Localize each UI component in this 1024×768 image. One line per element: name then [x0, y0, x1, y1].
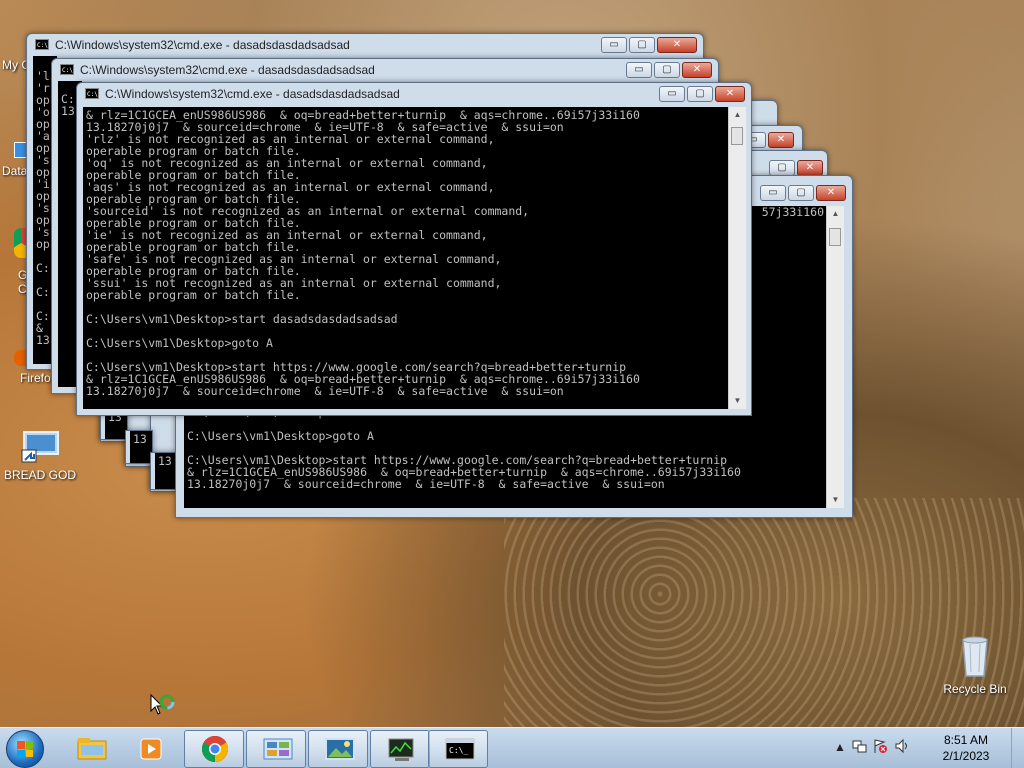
show-desktop-button[interactable] [1011, 728, 1024, 768]
cmd-icon: C:\ [60, 64, 74, 75]
scroll-thumb[interactable] [731, 127, 743, 145]
console-partial-line: 57j33i160 [761, 206, 824, 219]
minimize-button[interactable]: ▭ [626, 62, 652, 78]
maximize-button[interactable]: ▢ [788, 185, 814, 201]
cmd-icon: C:\ [35, 39, 49, 50]
cmd-icon: C:\ [85, 88, 99, 99]
system-tray: ▲ 8:51 AM 2/1/2023 [826, 728, 1006, 768]
shortcut-monitor-icon [18, 430, 62, 464]
taskbar-media-player[interactable] [122, 730, 182, 768]
close-button[interactable]: ✕ [715, 86, 745, 102]
scroll-down-arrow-icon[interactable]: ▼ [729, 393, 746, 409]
close-button[interactable]: ✕ [682, 62, 712, 78]
close-button[interactable]: ✕ [768, 132, 794, 148]
minimize-button[interactable]: ▭ [760, 185, 786, 201]
desktop-label-firefox[interactable]: Firefo [20, 371, 51, 385]
window-titlebar[interactable]: C:\ C:\Windows\system32\cmd.exe - dasads… [52, 59, 718, 81]
window-title: C:\Windows\system32\cmd.exe - dasadsdasd… [105, 87, 400, 101]
console-fragment: 13 [130, 431, 152, 463]
taskbar-chrome[interactable] [184, 730, 244, 768]
maximize-button[interactable]: ▢ [687, 86, 713, 102]
taskbar-photo-viewer[interactable] [308, 730, 368, 768]
chrome-icon [201, 735, 229, 763]
busy-cursor-icon [150, 693, 176, 725]
network-icon[interactable] [852, 738, 868, 757]
taskbar-explorer[interactable] [60, 730, 120, 768]
console-fragment: 13 [155, 453, 177, 489]
stack-window-edge: 13 [150, 452, 178, 490]
windows-logo-icon [17, 741, 33, 757]
taskbar-clock[interactable]: 8:51 AM 2/1/2023 [926, 732, 1006, 764]
scroll-down-arrow-icon[interactable]: ▼ [827, 492, 844, 508]
taskbar-control-panel[interactable] [246, 730, 306, 768]
folder-icon [77, 737, 107, 761]
control-panel-icon [263, 737, 293, 761]
minimize-button[interactable]: ▭ [601, 37, 627, 53]
recycle-bin-icon [953, 632, 997, 678]
cmd-icon: C:\_ [445, 737, 475, 761]
stack-window-edge: 13 [125, 430, 153, 464]
scroll-thumb[interactable] [829, 228, 841, 246]
media-player-icon [139, 737, 165, 761]
window-title: C:\Windows\system32\cmd.exe - dasadsdasd… [55, 38, 350, 52]
scroll-up-arrow-icon[interactable]: ▲ [729, 107, 746, 123]
minimize-button[interactable]: ▭ [659, 86, 685, 102]
volume-icon[interactable] [894, 738, 910, 757]
taskbar-task-manager[interactable] [370, 730, 430, 768]
window-title: C:\Windows\system32\cmd.exe - dasadsdasd… [80, 63, 375, 77]
scroll-up-arrow-icon[interactable]: ▲ [827, 206, 844, 222]
photo-viewer-icon [325, 737, 355, 761]
clock-time: 8:51 AM [943, 733, 989, 747]
desktop-icon-bread-god[interactable]: BREAD GOD [0, 430, 80, 482]
taskbar: C:\_ ▲ 8:51 AM 2/1/2023 [0, 727, 1024, 768]
start-button[interactable] [6, 730, 44, 768]
desktop-icon-label: Recycle Bin [943, 682, 1007, 696]
taskbar-cmd[interactable]: C:\_ [428, 730, 488, 768]
close-button[interactable]: ✕ [797, 160, 823, 176]
clock-date: 2/1/2023 [942, 749, 990, 763]
desktop-icon-label: BREAD GOD [3, 468, 76, 482]
show-hidden-icons-arrow-icon[interactable]: ▲ [834, 740, 846, 754]
maximize-button[interactable]: ▢ [629, 37, 655, 53]
vertical-scrollbar[interactable]: ▲ ▼ [728, 107, 746, 409]
console-output: C:\Users\vm1\Desktop>start dasadsdasdads… [187, 406, 741, 491]
task-manager-icon [387, 737, 414, 761]
close-button[interactable]: ✕ [816, 185, 846, 201]
desktop-icon-recycle-bin[interactable]: Recycle Bin [935, 632, 1015, 696]
maximize-button[interactable]: ▢ [654, 62, 680, 78]
window-titlebar[interactable]: C:\ C:\Windows\system32\cmd.exe - dasads… [77, 83, 751, 105]
wallpaper-texture [504, 498, 1024, 738]
maximize-button[interactable]: ▢ [769, 160, 795, 176]
cmd-window-active[interactable]: C:\ C:\Windows\system32\cmd.exe - dasads… [76, 82, 752, 416]
svg-text:C:\_: C:\_ [449, 746, 468, 755]
console-output: & rlz=1C1GCEA_enUS986US986 & oq=bread+be… [83, 107, 728, 409]
close-button[interactable]: ✕ [657, 37, 697, 53]
action-center-flag-icon[interactable] [872, 738, 888, 757]
desktop-label-data[interactable]: Data [2, 164, 27, 178]
vertical-scrollbar[interactable]: ▲ ▼ [826, 206, 844, 508]
